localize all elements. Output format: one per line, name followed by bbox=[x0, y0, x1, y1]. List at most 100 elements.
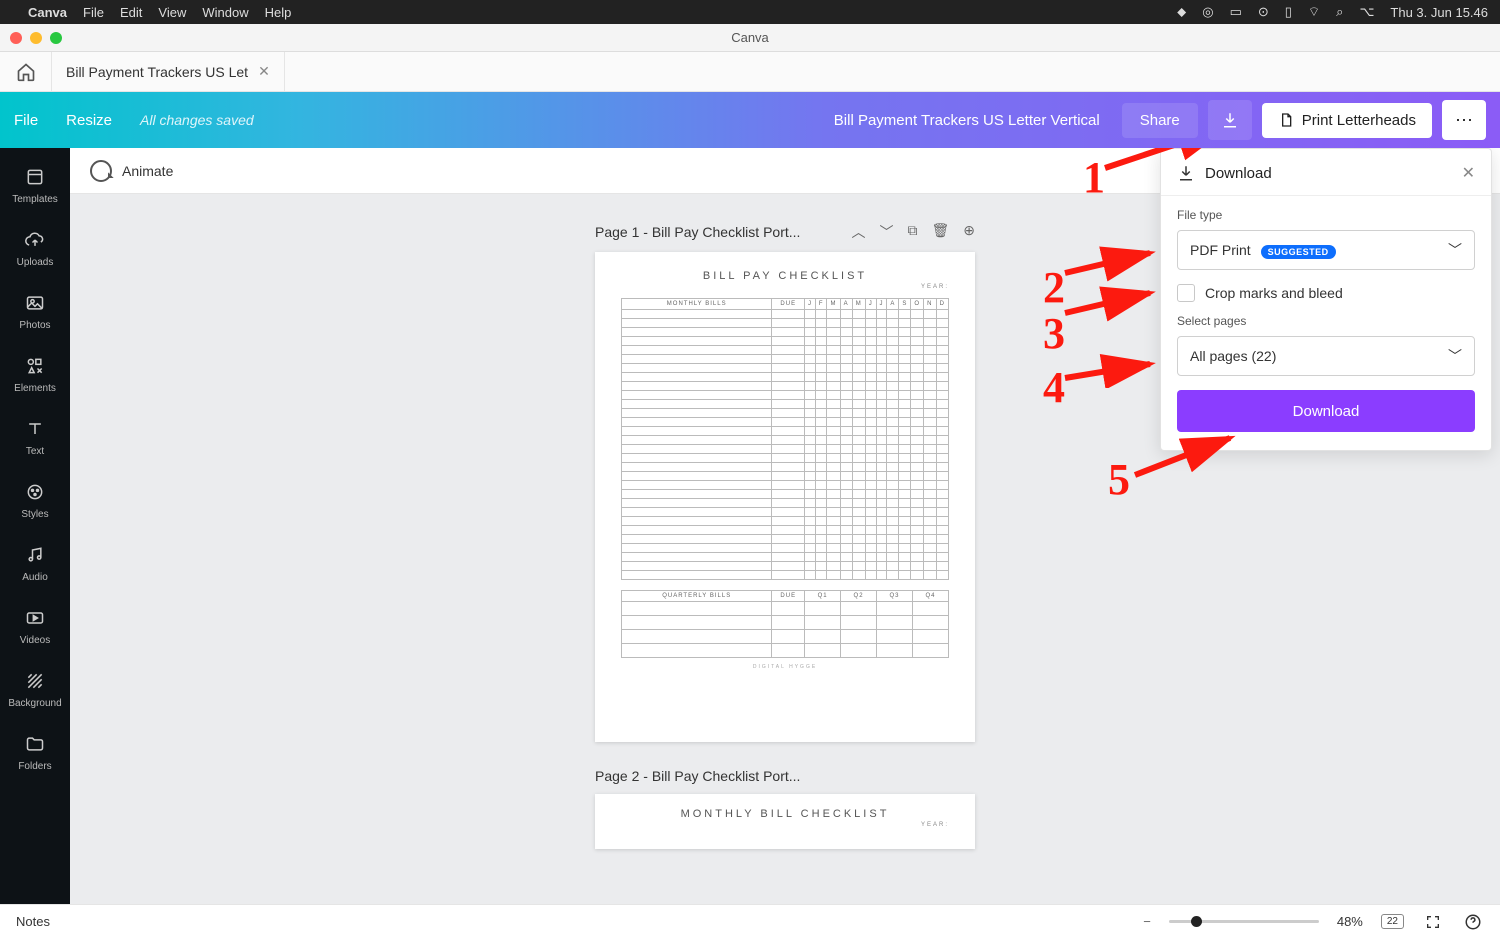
uploads-icon bbox=[24, 229, 46, 251]
download-button[interactable] bbox=[1208, 100, 1252, 140]
tab-label: Bill Payment Trackers US Let bbox=[66, 64, 248, 80]
chevron-down-icon: ﹀ bbox=[1448, 240, 1462, 260]
photos-icon bbox=[24, 292, 46, 314]
home-button[interactable] bbox=[0, 52, 52, 91]
share-button[interactable]: Share bbox=[1122, 103, 1198, 138]
monthly-table: MONTHLY BILLS DUE JFMAMJJASOND bbox=[621, 298, 949, 580]
window-title: Canva bbox=[731, 30, 769, 45]
mac-menubar: Canva File Edit View Window Help ⬥ ◎ ▭ ⊙… bbox=[0, 0, 1500, 24]
download-submit-button[interactable]: Download bbox=[1177, 390, 1475, 432]
page-title-2: Page 2 - Bill Pay Checklist Port... bbox=[595, 768, 800, 784]
page-1-canvas[interactable]: BILL PAY CHECKLIST YEAR: MONTHLY BILLS D… bbox=[595, 252, 975, 742]
file-type-select[interactable]: PDF Print SUGGESTED ﹀ bbox=[1177, 230, 1475, 270]
side-panel: Templates Uploads Photos Elements Text S… bbox=[0, 148, 70, 904]
sidebar-item-templates[interactable]: Templates bbox=[0, 156, 70, 219]
save-status: All changes saved bbox=[140, 112, 254, 128]
print-button-label: Print Letterheads bbox=[1302, 112, 1416, 129]
file-type-label: File type bbox=[1177, 208, 1475, 222]
action-bar: File Resize All changes saved Bill Payme… bbox=[0, 92, 1500, 148]
sidebar-item-styles[interactable]: Styles bbox=[0, 471, 70, 534]
chevron-up-icon[interactable]: ︿ bbox=[851, 222, 865, 242]
popover-title: Download bbox=[1205, 165, 1272, 182]
quarterly-table: QUARTERLY BILLS DUE Q1Q2Q3Q4 bbox=[621, 590, 949, 658]
document-name[interactable]: Bill Payment Trackers US Letter Vertical bbox=[834, 112, 1100, 129]
control-center-icon[interactable]: ⌥ bbox=[1359, 4, 1374, 20]
menu-edit[interactable]: Edit bbox=[120, 5, 142, 20]
sidebar-item-videos[interactable]: Videos bbox=[0, 597, 70, 660]
chevron-down-icon: ﹀ bbox=[1448, 346, 1462, 366]
doc-footer: DIGITAL HYGGE bbox=[621, 664, 949, 670]
document-tab[interactable]: Bill Payment Trackers US Let ✕ bbox=[52, 52, 285, 91]
zoom-minus[interactable]: − bbox=[1143, 914, 1151, 929]
videos-icon bbox=[24, 607, 46, 629]
text-icon bbox=[24, 418, 46, 440]
crop-marks-checkbox[interactable] bbox=[1177, 284, 1195, 302]
zoom-window-icon[interactable] bbox=[50, 32, 62, 44]
sidebar-label: Audio bbox=[22, 572, 48, 583]
window-titlebar: Canva bbox=[0, 24, 1500, 52]
sidebar-label: Templates bbox=[12, 194, 58, 205]
templates-icon bbox=[24, 166, 46, 188]
file-menu[interactable]: File bbox=[14, 112, 38, 129]
traffic-lights[interactable] bbox=[10, 32, 62, 44]
sidebar-label: Videos bbox=[20, 635, 50, 646]
sidebar-item-folders[interactable]: Folders bbox=[0, 723, 70, 786]
sidebar-label: Elements bbox=[14, 383, 56, 394]
menu-help[interactable]: Help bbox=[265, 5, 292, 20]
page-count-badge[interactable]: 22 bbox=[1381, 914, 1404, 929]
sidebar-label: Background bbox=[8, 698, 61, 709]
mac-clock[interactable]: Thu 3. Jun 15.46 bbox=[1390, 5, 1488, 20]
wifi-icon[interactable]: ⌔ bbox=[1308, 4, 1320, 20]
duplicate-icon[interactable]: ⧉ bbox=[907, 222, 917, 242]
trash-icon[interactable]: 🗑 bbox=[931, 222, 949, 242]
more-button[interactable]: ⋯ bbox=[1442, 100, 1486, 140]
audio-icon bbox=[24, 544, 46, 566]
sidebar-item-audio[interactable]: Audio bbox=[0, 534, 70, 597]
close-window-icon[interactable] bbox=[10, 32, 22, 44]
page-2-canvas[interactable]: MONTHLY BILL CHECKLIST YEAR: bbox=[595, 794, 975, 849]
close-tab-icon[interactable]: ✕ bbox=[258, 63, 270, 80]
th-due: DUE bbox=[772, 299, 805, 310]
tab-bar: Bill Payment Trackers US Let ✕ bbox=[0, 52, 1500, 92]
file-type-value: PDF Print bbox=[1190, 242, 1251, 258]
sidebar-item-uploads[interactable]: Uploads bbox=[0, 219, 70, 282]
doc-title: BILL PAY CHECKLIST bbox=[621, 270, 949, 282]
chevron-down-icon[interactable]: ﹀ bbox=[879, 222, 893, 242]
animate-label[interactable]: Animate bbox=[122, 163, 173, 179]
bottom-bar: Notes − 48% 22 bbox=[0, 904, 1500, 938]
page-title-1: Page 1 - Bill Pay Checklist Port... bbox=[595, 224, 800, 240]
folders-icon bbox=[24, 733, 46, 755]
sidebar-label: Text bbox=[26, 446, 44, 457]
sidebar-label: Uploads bbox=[17, 257, 54, 268]
sidebar-item-elements[interactable]: Elements bbox=[0, 345, 70, 408]
menu-window[interactable]: Window bbox=[202, 5, 248, 20]
canvas-area[interactable]: Animate Page 1 - Bill Pay Checklist Port… bbox=[70, 148, 1500, 904]
battery-icon[interactable]: ▯ bbox=[1285, 4, 1292, 20]
add-page-icon[interactable]: ⊕ bbox=[963, 222, 975, 242]
dropbox-icon[interactable]: ⬥ bbox=[1177, 4, 1186, 20]
sidebar-label: Folders bbox=[18, 761, 51, 772]
flag-icon[interactable]: ▭ bbox=[1230, 4, 1242, 20]
doc-year: YEAR: bbox=[621, 284, 949, 290]
spotlight-icon[interactable]: ⌕ bbox=[1336, 4, 1343, 20]
cc-icon[interactable]: ◎ bbox=[1202, 4, 1213, 20]
sidebar-item-text[interactable]: Text bbox=[0, 408, 70, 471]
mac-app-name[interactable]: Canva bbox=[28, 5, 67, 20]
select-pages-select[interactable]: All pages (22) ﹀ bbox=[1177, 336, 1475, 376]
help-icon[interactable] bbox=[1462, 911, 1484, 933]
menu-view[interactable]: View bbox=[158, 5, 186, 20]
doc-title-2: MONTHLY BILL CHECKLIST bbox=[621, 808, 949, 820]
zoom-slider[interactable] bbox=[1169, 920, 1319, 923]
menu-file[interactable]: File bbox=[83, 5, 104, 20]
minimize-window-icon[interactable] bbox=[30, 32, 42, 44]
zoom-value: 48% bbox=[1337, 914, 1363, 929]
notes-button[interactable]: Notes bbox=[16, 914, 50, 929]
sidebar-item-photos[interactable]: Photos bbox=[0, 282, 70, 345]
sidebar-item-background[interactable]: Background bbox=[0, 660, 70, 723]
close-popover-icon[interactable]: ✕ bbox=[1462, 163, 1475, 183]
resize-menu[interactable]: Resize bbox=[66, 112, 112, 129]
record-icon[interactable]: ⊙ bbox=[1258, 4, 1269, 20]
document-icon bbox=[1278, 112, 1294, 128]
print-button[interactable]: Print Letterheads bbox=[1262, 103, 1432, 138]
fullscreen-icon[interactable] bbox=[1422, 911, 1444, 933]
